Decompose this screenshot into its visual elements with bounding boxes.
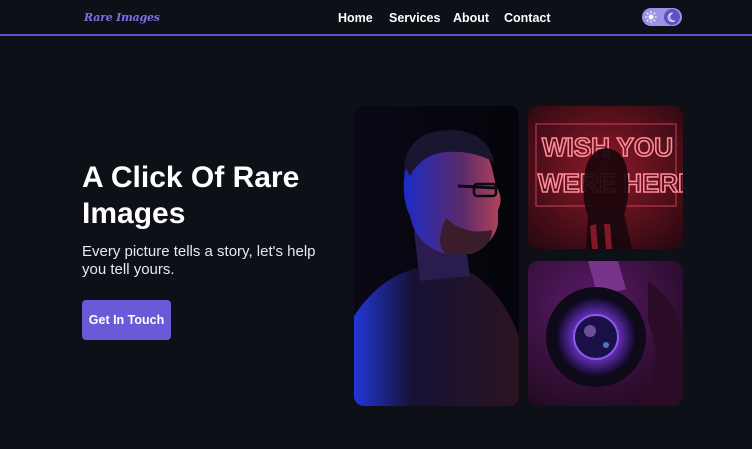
photo-camera-lens [528,261,683,406]
get-in-touch-button[interactable]: Get In Touch [82,300,171,340]
sun-icon [644,10,658,24]
nav-item-contact[interactable]: Contact [504,11,551,25]
site-logo[interactable]: Rare Images [84,11,160,24]
top-nav: Rare Images Home Services About Contact [0,0,752,36]
nav-item-about[interactable]: About [453,11,504,25]
nav-menu: Home Services About Contact [338,11,551,25]
nav-item-home[interactable]: Home [338,11,389,25]
theme-toggle[interactable] [642,8,682,26]
hero-subtitle: Every picture tells a story, let's help … [82,243,316,278]
nav-item-services[interactable]: Services [389,11,453,25]
photo-neon-sign-woman: WISH YOU WERE HERE [528,106,683,249]
hero-title: A Click Of Rare Images [82,161,300,230]
photo-man-neon-portrait [354,106,519,406]
moon-icon [664,9,680,25]
